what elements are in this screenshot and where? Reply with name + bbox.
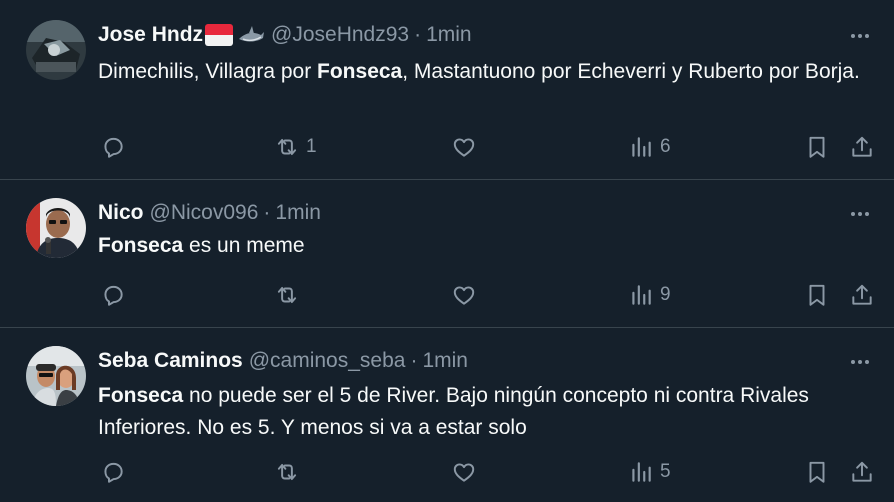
display-name[interactable]: Nico bbox=[98, 201, 144, 225]
reply-button[interactable] bbox=[100, 133, 126, 161]
tweet-text: Fonseca no puede ser el 5 de River. Bajo… bbox=[98, 380, 878, 444]
heart-icon bbox=[453, 138, 475, 157]
share-button[interactable] bbox=[849, 281, 875, 309]
like-button[interactable] bbox=[451, 133, 477, 161]
bookmark-icon bbox=[809, 461, 825, 483]
views-count: 9 bbox=[660, 284, 671, 305]
bookmark-button[interactable] bbox=[804, 133, 830, 161]
share-icon bbox=[852, 284, 872, 305]
handle[interactable]: @JoseHndz93 bbox=[271, 23, 409, 47]
avatar[interactable] bbox=[26, 20, 86, 80]
bookmark-icon bbox=[809, 136, 825, 158]
text-segment: Dimechilis, Villagra por bbox=[98, 60, 318, 83]
text-bold: Fonseca bbox=[98, 384, 184, 407]
like-button[interactable] bbox=[451, 281, 477, 309]
tweet-actions: 9 bbox=[98, 281, 878, 309]
views-button[interactable]: 9 bbox=[628, 281, 671, 309]
separator-dot: · bbox=[414, 23, 422, 46]
text-bold: Fonseca bbox=[317, 60, 403, 83]
views-button[interactable]: 5 bbox=[628, 458, 671, 486]
avatar-photo-icon bbox=[26, 198, 86, 258]
shark-icon bbox=[237, 23, 265, 47]
tweet-actions: 1 6 bbox=[98, 133, 878, 161]
text-segment: , Mastantuono por Echeverri y Ruberto po… bbox=[402, 60, 860, 83]
heart-icon bbox=[453, 286, 475, 305]
retweet-icon bbox=[277, 463, 297, 481]
retweet-button[interactable]: 1 bbox=[274, 133, 317, 161]
more-options-icon[interactable] bbox=[848, 202, 872, 226]
display-name[interactable]: Jose Hndz bbox=[98, 23, 203, 47]
tweet-header: Nico @Nicov096 · 1min bbox=[98, 198, 321, 228]
reply-icon bbox=[104, 462, 123, 483]
reply-icon bbox=[104, 285, 123, 306]
share-button[interactable] bbox=[849, 458, 875, 486]
share-button[interactable] bbox=[849, 133, 875, 161]
timestamp[interactable]: 1min bbox=[426, 23, 472, 47]
avatar-photo-icon bbox=[26, 346, 86, 406]
display-name[interactable]: Seba Caminos bbox=[98, 349, 243, 373]
tweet[interactable]: Jose Hndz @JoseHndz93 · 1min Dimechilis,… bbox=[0, 0, 894, 180]
timestamp[interactable]: 1min bbox=[275, 201, 321, 225]
handle[interactable]: @Nicov096 bbox=[150, 201, 259, 225]
retweet-icon bbox=[277, 138, 297, 156]
more-options-icon[interactable] bbox=[848, 24, 872, 48]
retweet-icon bbox=[277, 286, 297, 304]
retweet-count: 1 bbox=[306, 136, 317, 157]
separator-dot: · bbox=[263, 201, 271, 224]
tweet-actions: 5 bbox=[98, 458, 878, 486]
avatar[interactable] bbox=[26, 198, 86, 258]
bookmark-button[interactable] bbox=[804, 458, 830, 486]
text-segment: es un meme bbox=[183, 234, 305, 257]
tweet[interactable]: Nico @Nicov096 · 1min Fonseca es un meme… bbox=[0, 180, 894, 328]
tweet-header: Jose Hndz @JoseHndz93 · 1min bbox=[98, 20, 472, 50]
avatar-photo-icon bbox=[26, 20, 86, 80]
reply-button[interactable] bbox=[100, 458, 126, 486]
tweet-text: Fonseca es un meme bbox=[98, 230, 878, 262]
views-chart-icon bbox=[632, 137, 651, 157]
like-button[interactable] bbox=[451, 458, 477, 486]
views-chart-icon bbox=[632, 462, 651, 482]
indonesia-flag-icon bbox=[205, 24, 234, 46]
retweet-button[interactable] bbox=[274, 281, 306, 309]
views-chart-icon bbox=[632, 285, 651, 305]
views-count: 5 bbox=[660, 461, 671, 482]
share-icon bbox=[852, 461, 872, 482]
separator-dot: · bbox=[410, 349, 418, 372]
retweet-button[interactable] bbox=[274, 458, 306, 486]
reply-icon bbox=[104, 137, 123, 158]
heart-icon bbox=[453, 463, 475, 482]
timestamp[interactable]: 1min bbox=[422, 349, 468, 373]
tweet-text: Dimechilis, Villagra por Fonseca, Mastan… bbox=[98, 56, 878, 88]
text-segment: no puede ser el 5 de River. Bajo ningún … bbox=[98, 384, 809, 439]
reply-button[interactable] bbox=[100, 281, 126, 309]
more-options-icon[interactable] bbox=[848, 350, 872, 374]
bookmark-icon bbox=[809, 284, 825, 306]
views-button[interactable]: 6 bbox=[628, 133, 671, 161]
tweet[interactable]: Seba Caminos @caminos_seba · 1min Fonsec… bbox=[0, 328, 894, 502]
share-icon bbox=[852, 136, 872, 157]
handle[interactable]: @caminos_seba bbox=[249, 349, 406, 373]
avatar[interactable] bbox=[26, 346, 86, 406]
views-count: 6 bbox=[660, 136, 671, 157]
text-bold: Fonseca bbox=[98, 234, 184, 257]
bookmark-button[interactable] bbox=[804, 281, 830, 309]
tweet-header: Seba Caminos @caminos_seba · 1min bbox=[98, 346, 468, 376]
